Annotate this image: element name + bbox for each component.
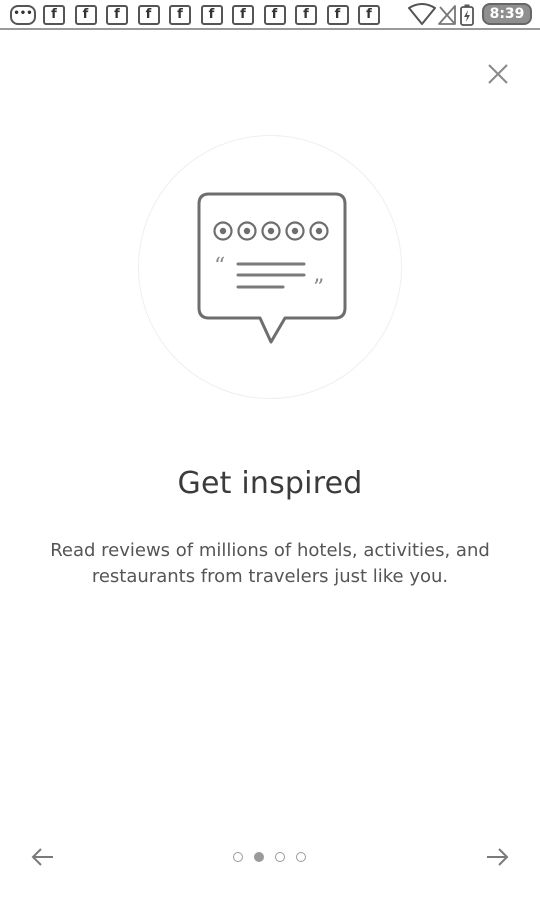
arrow-right-icon: [487, 848, 509, 866]
arrow-left-icon: [31, 848, 53, 866]
back-button[interactable]: [28, 843, 58, 871]
facebook-icon: f: [200, 5, 223, 25]
page-dot-3[interactable]: [275, 852, 285, 862]
wifi-icon: [408, 3, 436, 25]
svg-text:“: “: [214, 254, 225, 279]
clock: 8:39: [482, 3, 532, 25]
page-indicator: [233, 852, 309, 864]
illustration-circle: “ ”: [138, 135, 402, 399]
review-speech-bubble-icon: “ ”: [197, 192, 347, 344]
facebook-icon: f: [137, 5, 160, 25]
facebook-icon: f: [263, 5, 286, 25]
no-signal-icon: [438, 5, 456, 25]
page-dot-1[interactable]: [233, 852, 243, 862]
facebook-icon: f: [326, 5, 349, 25]
facebook-icon: f: [106, 5, 128, 25]
close-icon: [488, 64, 508, 84]
battery-charging-icon: [460, 4, 474, 26]
close-button[interactable]: [484, 60, 512, 88]
rating-circle-center: [315, 227, 323, 235]
rating-circle-center: [243, 227, 251, 235]
rating-circle-center: [219, 227, 227, 235]
page-dot-4[interactable]: [296, 852, 306, 862]
rating-circle-center: [267, 227, 275, 235]
next-button[interactable]: [482, 843, 512, 871]
facebook-icon: f: [358, 5, 380, 25]
facebook-icon: f: [43, 5, 65, 25]
facebook-icon: f: [232, 5, 254, 25]
status-bar: ••• fffffffffff 8:39: [0, 0, 540, 30]
svg-text:”: ”: [313, 276, 324, 301]
facebook-icon: f: [74, 5, 97, 25]
facebook-icon: f: [169, 5, 191, 25]
page-description: Read reviews of millions of hotels, acti…: [50, 540, 490, 587]
rating-circle-center: [291, 227, 299, 235]
facebook-icon: f: [295, 5, 317, 25]
more-notifications-icon: •••: [10, 5, 36, 25]
page-title: Get inspired: [177, 466, 363, 501]
page-dot-2[interactable]: [254, 852, 264, 862]
